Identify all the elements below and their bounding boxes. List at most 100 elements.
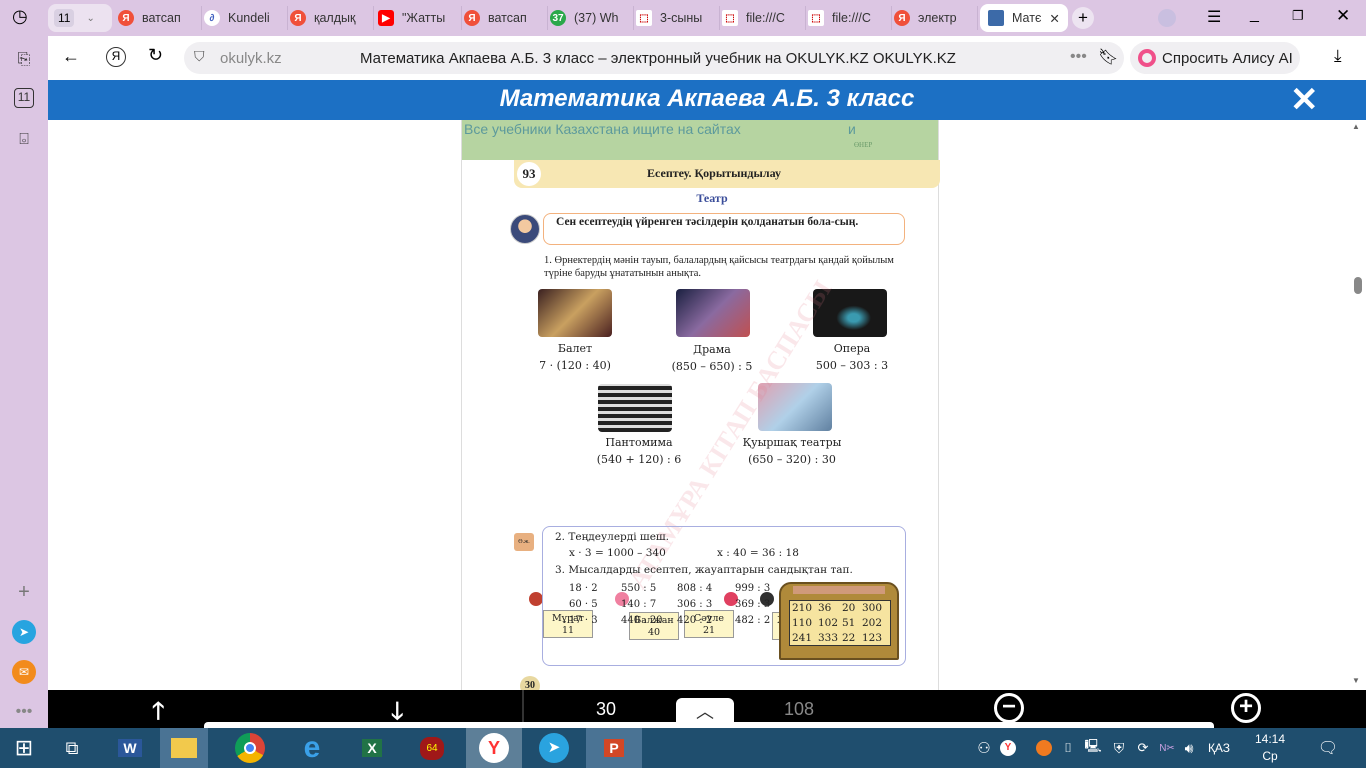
textbook-page: Все учебники Казахстана ищите на сайтах … bbox=[461, 120, 940, 696]
site-banner: Все учебники Казахстана ищите на сайтах … bbox=[462, 120, 938, 160]
browser-tab[interactable]: Яватсап bbox=[464, 6, 548, 30]
task-1: 1. Өрнектердің мәнін тауып, балалардың қ… bbox=[544, 255, 894, 279]
theatre-name: Драма bbox=[693, 343, 731, 356]
treasure-chest: 210 36 20 300 110 102 51 202 241 333 22 123 bbox=[779, 582, 899, 660]
ask-alice-button[interactable]: Спросить Алису AI bbox=[1130, 42, 1300, 74]
browser-tab[interactable]: ∂ Kundeli bbox=[204, 6, 288, 30]
browser-tab[interactable]: 37 (37) Wh bbox=[550, 6, 634, 30]
browser-sidebar: ⎘ 11 ⌻ + ➤ ✉ ••• bbox=[0, 36, 48, 728]
bookmark-icon[interactable]: 🔖︎ bbox=[1098, 47, 1118, 67]
tab-counter-button[interactable]: 11 ⌄ bbox=[48, 4, 112, 32]
chrome-icon[interactable] bbox=[226, 728, 274, 768]
powerpoint-icon[interactable]: P bbox=[586, 728, 642, 768]
network-icon[interactable]: 🖳︎ bbox=[1080, 728, 1106, 768]
tab-label: қалдық bbox=[314, 11, 356, 25]
tab-label: электр bbox=[918, 11, 957, 25]
new-tab-button[interactable]: + bbox=[1072, 7, 1094, 29]
download-icon[interactable]: ⤓ bbox=[1334, 46, 1342, 66]
menu-icon[interactable]: ☰ bbox=[1207, 7, 1221, 27]
volume-icon[interactable]: 🔊︎ bbox=[1176, 728, 1202, 768]
example: 140 : 7 bbox=[621, 599, 657, 610]
notifications-icon[interactable]: 🗨︎ bbox=[1304, 728, 1352, 768]
browser-tab[interactable]: ⬚ 3-сыны bbox=[636, 6, 720, 30]
reload-button[interactable]: ↻ bbox=[148, 45, 163, 66]
more-icon[interactable]: ••• bbox=[12, 700, 36, 724]
update-alert-icon[interactable]: ⟳ bbox=[1130, 728, 1156, 768]
close-tab-icon[interactable]: ✕ bbox=[1049, 11, 1059, 26]
excel-icon[interactable]: X bbox=[348, 728, 396, 768]
file-explorer-icon[interactable] bbox=[160, 728, 208, 768]
yandex-icon: Я bbox=[464, 10, 480, 26]
zoom-out-button[interactable]: − bbox=[994, 693, 1024, 723]
example: 369 : 3 bbox=[735, 599, 771, 610]
viewer-title: Математика Акпаева А.Б. 3 класс bbox=[499, 85, 915, 112]
profile-icon[interactable] bbox=[1158, 9, 1176, 27]
app-64-icon[interactable]: 64 bbox=[408, 728, 456, 768]
word-icon[interactable]: W bbox=[106, 728, 154, 768]
telegram-icon[interactable]: ➤ bbox=[12, 620, 36, 644]
browser-tab[interactable]: ⬚ file:///C bbox=[808, 6, 892, 30]
theatre-expression: 500 – 303 : 3 bbox=[815, 359, 889, 372]
internet-explorer-icon[interactable]: e bbox=[288, 728, 336, 768]
tab-label: ватсап bbox=[142, 11, 181, 25]
more-dots-icon[interactable]: ••• bbox=[1070, 48, 1087, 66]
browser-tab[interactable]: ⬚ file:///C bbox=[722, 6, 806, 30]
example: 306 : 3 bbox=[677, 599, 713, 610]
usb-icon[interactable]: ⌷ bbox=[1056, 728, 1080, 768]
windows-taskbar: ⊞ ⧉ W e X 64 Y ➤ P ⚇ Y ⌷ 🖳︎ ⛨ ⟳ N✂ 🔊︎ ҚА… bbox=[0, 728, 1366, 780]
expand-up-button[interactable]: ︿ bbox=[676, 698, 734, 728]
example: 60 · 5 bbox=[569, 599, 598, 610]
screenshot-icon[interactable]: ⌻ bbox=[12, 128, 36, 152]
restore-button[interactable]: ❐ bbox=[1292, 8, 1304, 24]
goal-box: Сен есептеудің үйренген тәсілдерін қолда… bbox=[543, 213, 905, 245]
yandex-browser-icon[interactable]: Y bbox=[466, 728, 522, 768]
example: 17 · 3 bbox=[569, 615, 598, 626]
add-icon[interactable]: + bbox=[12, 580, 36, 604]
child-figure bbox=[529, 592, 543, 606]
viewer-toolbar: 🡑 🡓 30 108 ︿ − + bbox=[48, 690, 1366, 728]
chest-answer: 102 bbox=[818, 617, 839, 629]
example: 808 : 4 bbox=[677, 583, 713, 594]
yandex-icon: Я bbox=[118, 10, 134, 26]
tabs-grid-icon[interactable]: 11 bbox=[14, 88, 34, 108]
yandex-home-icon[interactable]: Я bbox=[106, 47, 126, 67]
language-indicator[interactable]: ҚАЗ bbox=[1204, 728, 1234, 768]
lesson-title: Есептеу. Қорытындылау bbox=[647, 166, 781, 180]
chest-answer: 22 bbox=[842, 632, 856, 644]
yandex-icon: Я bbox=[290, 10, 306, 26]
start-button[interactable]: ⊞ bbox=[0, 728, 48, 768]
mail-icon[interactable]: ✉ bbox=[12, 660, 36, 684]
browser-tab[interactable]: Яқалдық bbox=[290, 6, 374, 30]
independent-work-badge: Ө.ж. bbox=[514, 533, 534, 551]
current-page[interactable]: 30 bbox=[596, 699, 616, 720]
history-icon[interactable]: ◷ bbox=[12, 6, 28, 27]
clock[interactable]: 14:14 Ср 21.01.26 bbox=[1238, 731, 1302, 782]
zoom-in-button[interactable]: + bbox=[1231, 693, 1261, 723]
pantomime-photo bbox=[598, 384, 672, 432]
browser-tab[interactable]: ▶ "Жатты bbox=[378, 6, 462, 30]
collections-icon[interactable]: ⎘ bbox=[12, 48, 36, 72]
theatre-expression: (650 – 320) : 30 bbox=[748, 453, 836, 466]
chest-answer: 333 bbox=[818, 632, 839, 644]
yandex-tray-icon[interactable]: Y bbox=[996, 728, 1020, 768]
close-viewer-button[interactable]: ✕ bbox=[1290, 80, 1319, 120]
back-button[interactable]: ← bbox=[62, 46, 80, 67]
telegram-taskbar-icon[interactable]: ➤ bbox=[530, 728, 578, 768]
tab-label: Матє bbox=[1012, 11, 1042, 25]
chest-answer: 110 bbox=[792, 617, 813, 629]
scrollbar-thumb[interactable] bbox=[1354, 277, 1362, 294]
scrollbar-up[interactable]: ▲ bbox=[1352, 122, 1360, 131]
shield-icon: ⛉ bbox=[194, 48, 205, 64]
task-view-icon[interactable]: ⧉ bbox=[48, 728, 96, 768]
minimize-button[interactable]: _ bbox=[1250, 6, 1259, 24]
chest-answer: 36 bbox=[818, 602, 832, 614]
close-window-button[interactable]: ✕ bbox=[1336, 6, 1350, 26]
tray-app-icon[interactable] bbox=[1032, 728, 1056, 768]
theatre-name: Балет bbox=[557, 342, 593, 355]
security-warning-icon[interactable]: ⛨ bbox=[1106, 728, 1132, 768]
browser-tab[interactable]: Яватсап bbox=[118, 6, 202, 30]
scrollbar-down[interactable]: ▼ bbox=[1352, 676, 1360, 685]
browser-tab[interactable]: Яэлектр bbox=[894, 6, 978, 30]
browser-tab[interactable]: Матє ✕ bbox=[980, 4, 1068, 32]
address-bar[interactable]: ⛉ okulyk.kz Математика Акпаева А.Б. 3 кл… bbox=[184, 42, 1124, 74]
